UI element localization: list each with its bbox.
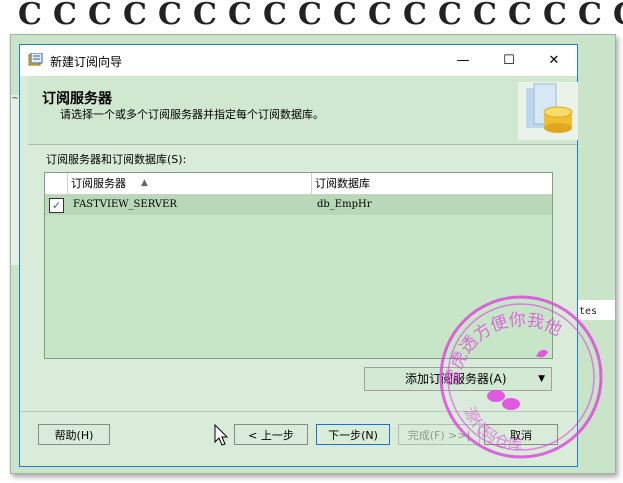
title-bar[interactable]: 新建订阅向导 — ☐ ✕	[20, 45, 577, 76]
maximize-button[interactable]: ☐	[486, 45, 532, 76]
notebook-ring-icon: C	[333, 0, 357, 32]
notebook-ring-icon: C	[158, 0, 182, 32]
column-header-database[interactable]: 订阅数据库	[315, 173, 370, 194]
grid-header: 订阅服务器 ▲ 订阅数据库	[45, 173, 552, 195]
column-separator	[67, 173, 68, 194]
column-header-subscriber[interactable]: 订阅服务器	[71, 173, 126, 194]
subscriber-name-cell: FASTVIEW_SERVER	[73, 199, 177, 210]
wizard-icon	[28, 53, 43, 66]
close-button[interactable]: ✕	[531, 45, 577, 76]
wizard-header: 订阅服务器 请选择一个或多个订阅服务器并指定每个订阅数据库。	[28, 76, 578, 145]
notebook-ring-icon: C	[508, 0, 532, 32]
notebook-ring-icon: C	[123, 0, 147, 32]
mouse-cursor-icon	[214, 424, 229, 446]
notebook-ring-icon: C	[263, 0, 287, 32]
next-button[interactable]: 下一步(N)	[316, 424, 390, 445]
notebook-ring-icon: C	[543, 0, 567, 32]
notebook-ring-icon: C	[368, 0, 392, 32]
subscriber-checkbox[interactable]: ✓	[49, 198, 64, 213]
notebook-rings: CCCCCCCCCCCCCCCCCC	[0, 0, 623, 34]
notebook-ring-icon: C	[403, 0, 427, 32]
watermark-stamp: 雷虎透方便你我他 源代码仓库	[439, 295, 603, 459]
notebook-ring-icon: C	[298, 0, 322, 32]
database-icon	[518, 82, 578, 140]
window-title: 新建订阅向导	[50, 55, 123, 69]
notebook-ring-icon: C	[613, 0, 623, 30]
svg-text:雷虎透方便你我他: 雷虎透方便你我他	[443, 310, 565, 388]
subscription-database-cell[interactable]: db_EmpHr	[317, 195, 372, 215]
subscriber-list-label: 订阅服务器和订阅数据库(S):	[46, 153, 187, 166]
notebook-ring-icon: C	[88, 0, 112, 32]
table-row[interactable]: ✓ FASTVIEW_SERVER db_EmpHr	[45, 195, 552, 215]
minimize-button[interactable]: —	[440, 45, 486, 76]
background-glyph: ~	[12, 93, 19, 104]
notebook-ring-icon: C	[18, 0, 42, 32]
notebook-ring-icon: C	[193, 0, 217, 32]
page-title: 订阅服务器	[42, 91, 112, 107]
help-button[interactable]: 帮助(H)	[38, 424, 110, 445]
back-button[interactable]: < 上一步	[234, 424, 308, 445]
page-subtitle: 请选择一个或多个订阅服务器并指定每个订阅数据库。	[60, 108, 324, 121]
sort-ascending-icon: ▲	[141, 178, 148, 188]
notebook-ring-icon: C	[473, 0, 497, 32]
background-panel	[11, 95, 19, 265]
notebook-ring-icon: C	[53, 0, 77, 32]
notebook-ring-icon: C	[228, 0, 252, 32]
notebook-ring-icon: C	[578, 0, 602, 32]
notebook-ring-icon: C	[438, 0, 462, 32]
stamp-text: 雷虎透方便你我他	[443, 310, 565, 388]
column-separator	[311, 173, 312, 194]
